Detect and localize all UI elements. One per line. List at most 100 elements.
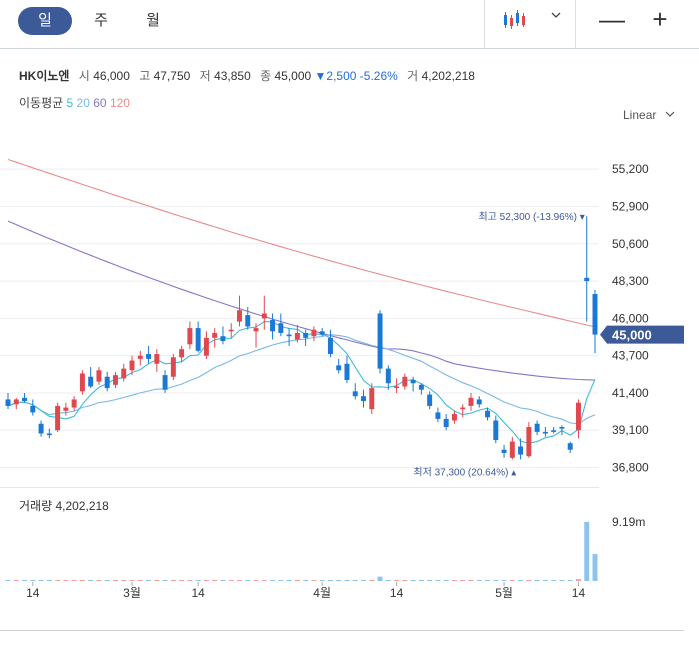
candle-body — [22, 397, 28, 402]
volume-bar — [96, 580, 102, 581]
volume-bar — [203, 580, 209, 581]
candle-body — [121, 368, 127, 379]
candle-body — [443, 418, 449, 428]
volume-bar — [22, 580, 28, 581]
x-tick-label: 3월 — [123, 586, 141, 600]
volume-bar — [394, 580, 400, 581]
candle-body — [394, 386, 400, 389]
y-tick-label: 39,100 — [612, 423, 649, 437]
volume-bar — [336, 580, 342, 581]
candle-body — [427, 394, 433, 406]
candle-body — [71, 399, 77, 408]
candle-body — [162, 375, 168, 390]
candle-body — [476, 399, 482, 405]
candle-body — [79, 373, 85, 392]
candle-body — [385, 368, 391, 384]
candle-body — [187, 328, 193, 345]
candle-body — [361, 396, 366, 402]
y-tick-label: 46,000 — [612, 311, 649, 325]
candle-body — [493, 420, 499, 440]
candle-body — [13, 399, 19, 405]
candle-body — [212, 332, 218, 338]
candle-body — [5, 399, 11, 406]
ma120-line — [7, 158, 596, 328]
candle-body — [303, 332, 309, 338]
candle-body — [451, 414, 457, 421]
candle-body — [146, 354, 152, 359]
volume-bar — [584, 522, 590, 581]
candle-body — [154, 354, 160, 364]
volume-bar — [253, 580, 259, 581]
volume-bar — [237, 580, 242, 581]
x-tick-label: 4월 — [313, 586, 331, 600]
volume-bar — [493, 580, 499, 581]
volume-bar — [542, 580, 548, 581]
volume-bar — [162, 580, 168, 581]
candle-body — [311, 329, 317, 337]
volume-bar — [154, 580, 160, 581]
volume-bar — [63, 580, 69, 581]
volume-bar — [559, 580, 565, 581]
ma20-line — [7, 334, 596, 425]
volume-bar — [418, 580, 424, 581]
candle-body — [220, 336, 226, 342]
volume-bar — [476, 580, 482, 581]
candle-body — [418, 384, 424, 390]
volume-bar — [303, 580, 309, 581]
ma60-line — [7, 220, 596, 381]
candle-body — [584, 277, 590, 282]
volume-bar — [104, 580, 110, 581]
volume-bar — [451, 580, 457, 581]
volume-bar — [369, 580, 375, 581]
candle-body — [352, 391, 358, 397]
candle-body — [245, 315, 251, 327]
candle-body — [551, 430, 557, 432]
candle-body — [170, 357, 176, 377]
candle-body — [377, 313, 383, 369]
volume-bar — [526, 580, 532, 581]
volume-bar — [13, 580, 19, 581]
candle-body — [237, 310, 242, 322]
candle-body — [402, 376, 408, 387]
x-tick-label: 14 — [191, 586, 205, 600]
candle-body — [270, 319, 276, 332]
volume-bar — [352, 580, 358, 581]
volume-bar — [460, 580, 466, 581]
volume-bar — [129, 580, 135, 581]
volume-bar — [410, 580, 416, 581]
y-tick-label: 41,400 — [612, 386, 649, 400]
candle-body — [63, 407, 69, 411]
volume-bar — [575, 579, 581, 581]
volume-bar — [518, 580, 524, 581]
volume-bar — [187, 580, 193, 581]
candle-body — [327, 337, 333, 355]
candle-body — [526, 427, 532, 457]
volume-bar — [170, 580, 176, 581]
candle-body — [501, 449, 507, 453]
y-tick-label: 43,700 — [612, 349, 649, 363]
candle-body — [55, 405, 61, 431]
volume-bar — [38, 580, 44, 581]
volume-bar — [5, 580, 11, 581]
volume-bar — [245, 580, 251, 581]
volume-bar — [212, 580, 218, 581]
volume-bar — [71, 580, 77, 581]
candle-body — [542, 431, 548, 434]
volume-bar — [278, 580, 284, 581]
volume-bar — [485, 580, 491, 581]
candle-body — [435, 412, 441, 419]
volume-bar — [146, 580, 152, 581]
volume-bar — [228, 580, 234, 581]
candle-body — [179, 349, 185, 358]
volume-bar — [435, 580, 441, 581]
volume-bar — [55, 580, 61, 581]
volume-bar — [195, 580, 201, 581]
price-chart[interactable]: 55,200 52,900 50,600 48,300 46,000 43,700 41,4… — [0, 0, 699, 656]
volume-bar — [137, 580, 143, 581]
candle-body — [286, 334, 292, 337]
candle-body — [344, 363, 350, 380]
volume-bar — [551, 580, 557, 581]
y-tick-label: 50,600 — [612, 237, 649, 251]
volume-bar — [46, 580, 52, 581]
candle-body — [294, 332, 300, 340]
